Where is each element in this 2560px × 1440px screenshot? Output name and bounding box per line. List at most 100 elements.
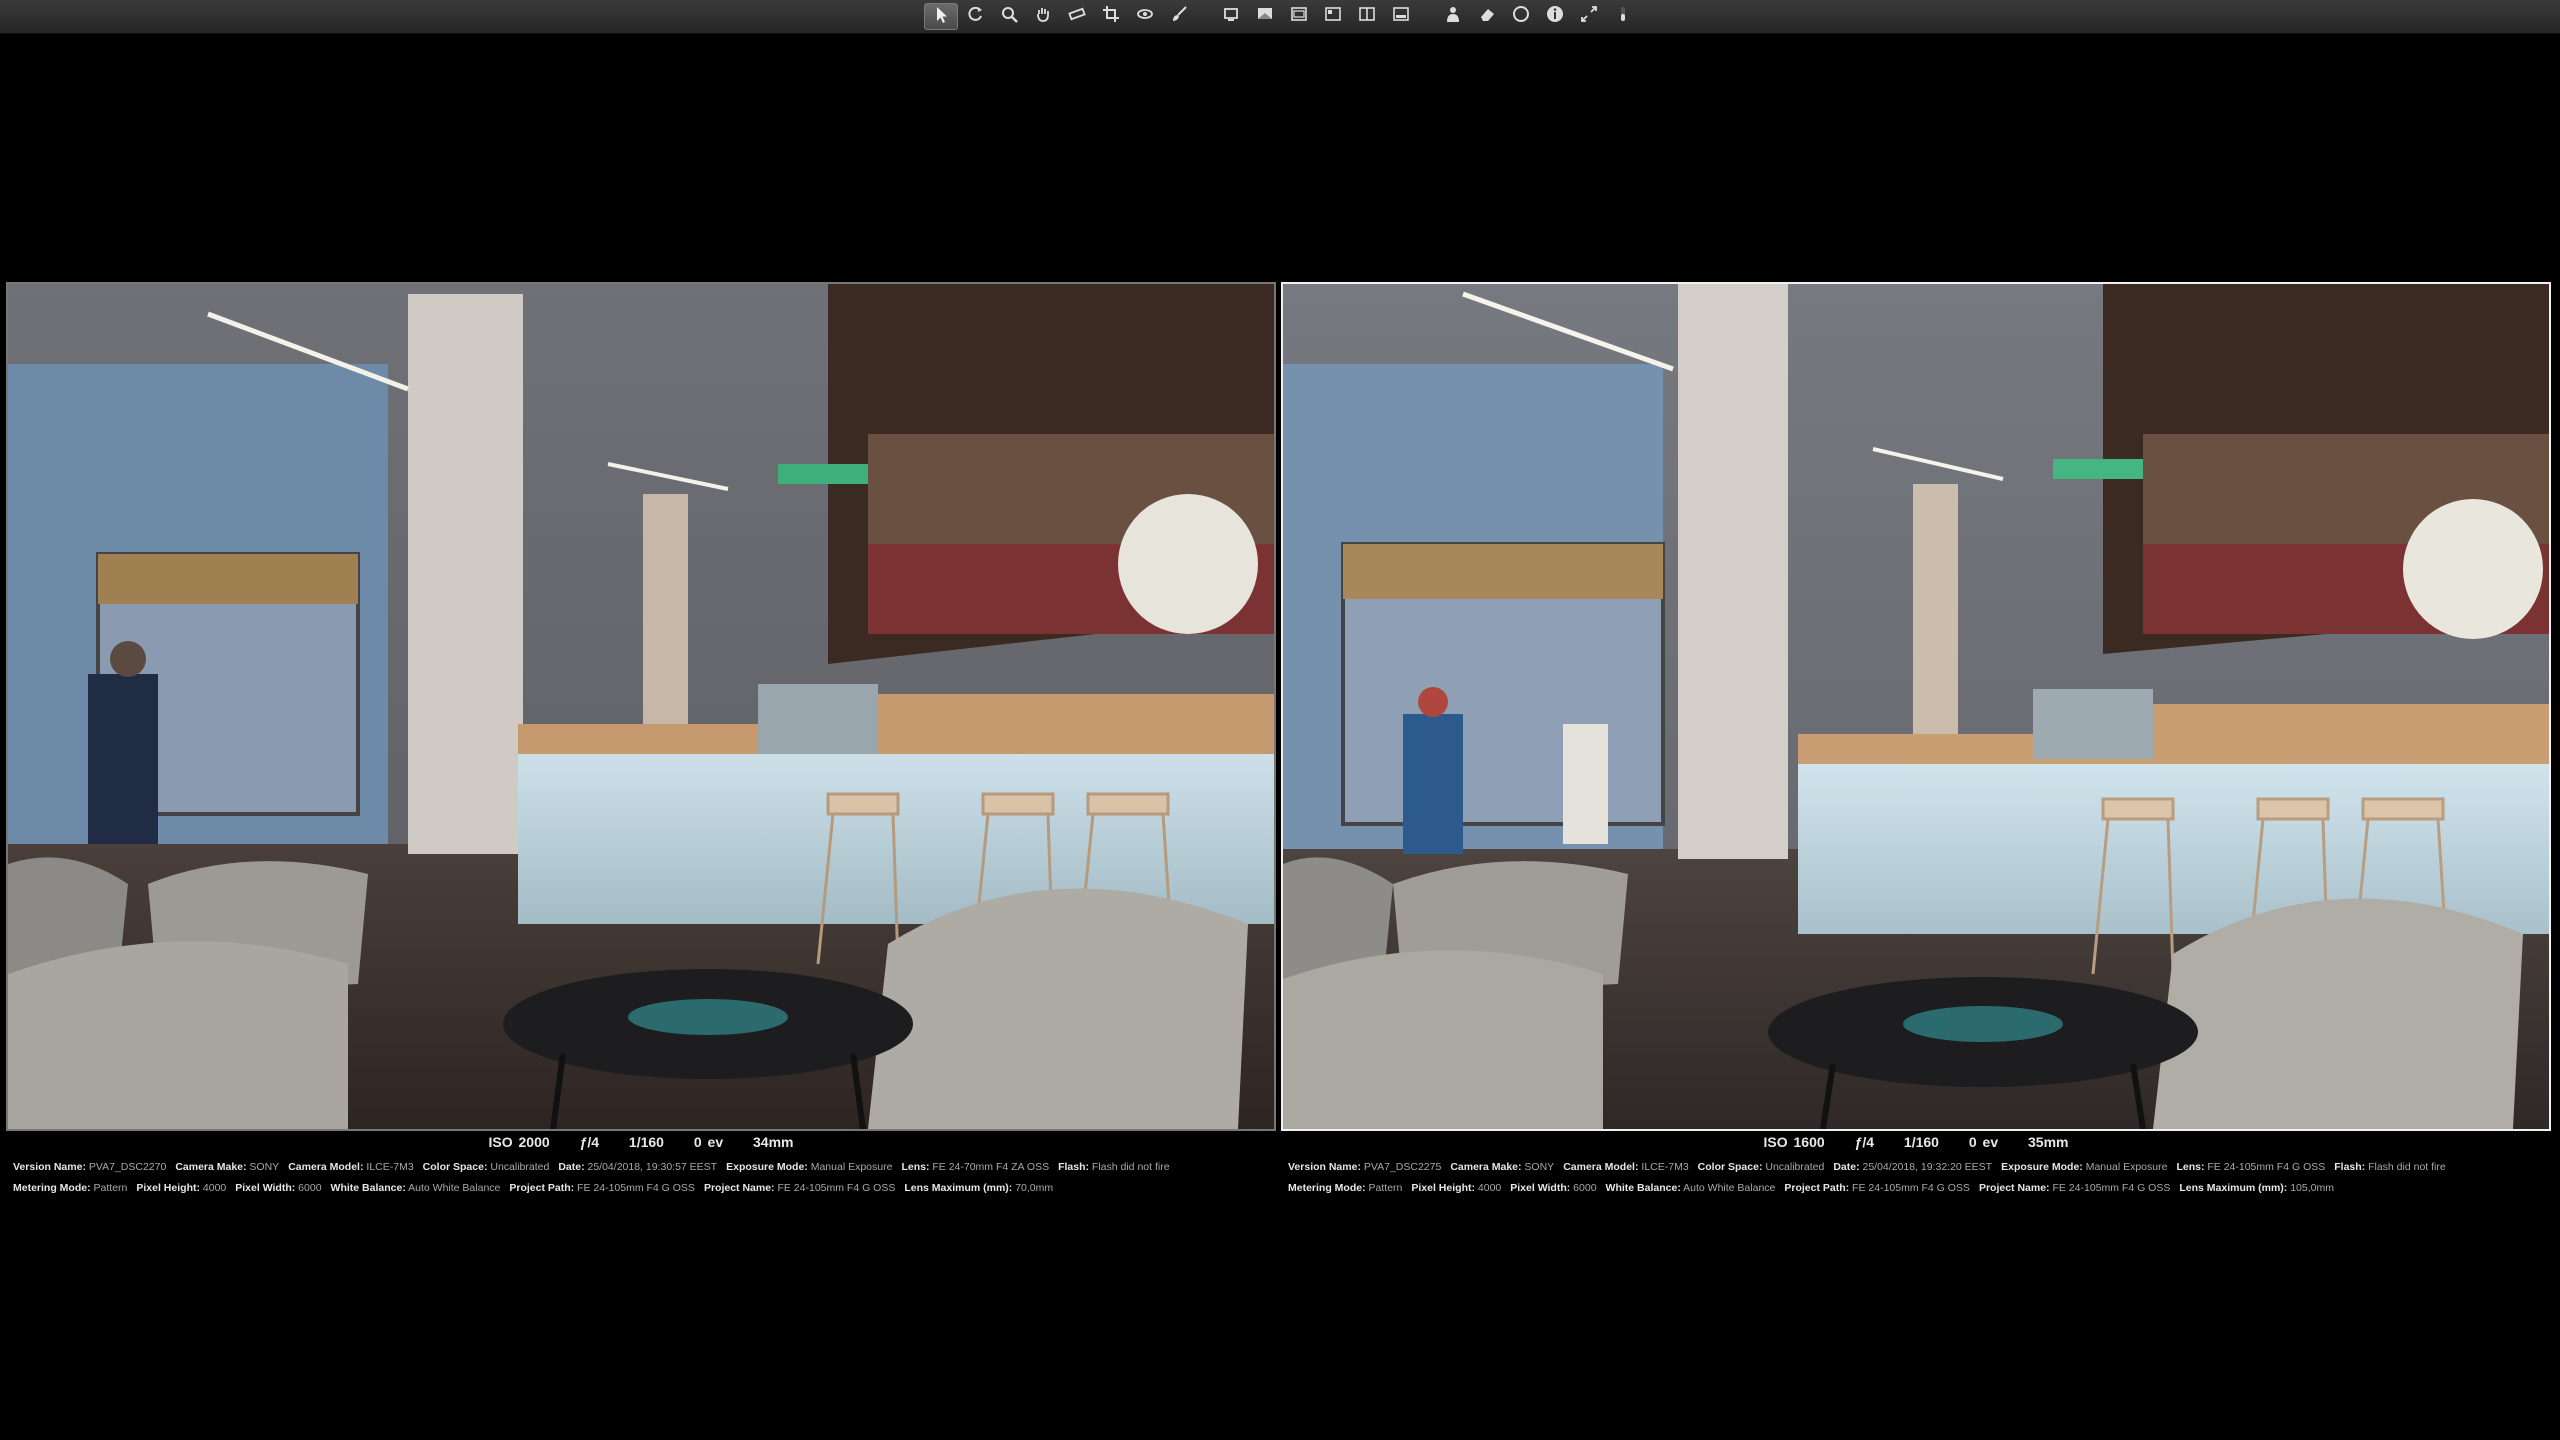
exposure-summary: ISO 2000 ƒ/4 1/160 0 ev 34mm <box>6 1133 1276 1151</box>
metadata-value: Auto White Balance <box>405 1182 501 1194</box>
metadata-key: Metering Mode: <box>13 1182 91 1194</box>
metadata-value: FE 24-105mm F4 G OSS <box>1849 1182 1970 1194</box>
metadata-key: Pixel Width: <box>1510 1182 1571 1194</box>
metadata-value: Manual Exposure <box>807 1161 893 1173</box>
shutter-value: 1/160 <box>628 1134 664 1150</box>
metadata-field: Color Space: Uncalibrated <box>1698 1161 1825 1173</box>
image-viewer-left[interactable] <box>6 282 1276 1131</box>
view-multi-button[interactable] <box>1248 3 1282 30</box>
metadata-value: PVA7_DSC2270 <box>85 1161 167 1173</box>
metadata-key: Lens: <box>901 1161 930 1173</box>
metadata-field: Lens Maximum (mm): 105,0mm <box>2179 1182 2334 1194</box>
view-compare-button[interactable] <box>1282 3 1316 30</box>
metadata-line: Version Name: PVA7_DSC2275 Camera Make: S… <box>1288 1157 2551 1178</box>
metadata-field: Version Name: PVA7_DSC2270 <box>13 1161 166 1173</box>
fullscreen-button[interactable] <box>1572 3 1606 30</box>
select-tool-icon <box>931 4 951 29</box>
exposure-bias-value: 0 ev <box>693 1134 724 1150</box>
circle-icon <box>1511 4 1531 29</box>
focal-length-value: 35mm <box>2028 1134 2069 1150</box>
metadata-value: Pattern <box>1365 1182 1403 1194</box>
metadata-key: Exposure Mode: <box>726 1161 808 1173</box>
exposure-summary: ISO 1600 ƒ/4 1/160 0 ev 35mm <box>1281 1133 2551 1151</box>
straighten-tool-icon <box>1067 4 1087 29</box>
metadata-key: Camera Make: <box>1450 1161 1522 1173</box>
fullscreen-icon <box>1579 4 1599 29</box>
info-button[interactable] <box>1538 3 1572 30</box>
pan-tool-button[interactable] <box>1026 3 1060 30</box>
metadata-field: Project Path: FE 24-105mm F4 G OSS <box>1784 1182 1970 1194</box>
metadata-field: Pixel Width: 6000 <box>1510 1182 1596 1194</box>
metadata-value: FE 24-105mm F4 G OSS <box>2204 1161 2326 1173</box>
metadata-field: Exposure Mode: Manual Exposure <box>2001 1161 2167 1173</box>
metadata-line: Metering Mode: Pattern Pixel Height: 4000… <box>13 1178 1276 1199</box>
metadata-key: Pixel Height: <box>1411 1182 1475 1194</box>
metadata-value: 105,0mm <box>2287 1182 2334 1194</box>
photo-cafe-interior-left <box>8 284 1274 1129</box>
view-single-button[interactable] <box>1214 3 1248 30</box>
brush-tool-button[interactable] <box>1162 3 1196 30</box>
rotate-tool-icon <box>965 4 985 29</box>
metadata-value: Manual Exposure <box>2082 1161 2168 1173</box>
metadata-field: Project Name: FE 24-105mm F4 G OSS <box>704 1182 895 1194</box>
metadata-value: 25/04/2018, 19:32:20 EEST <box>1859 1161 1993 1173</box>
toolbar <box>0 0 2560 34</box>
loupe-tool-button[interactable] <box>992 3 1026 30</box>
metadata-field: Pixel Width: 6000 <box>235 1182 321 1194</box>
straighten-tool-button[interactable] <box>1060 3 1094 30</box>
view-single-icon <box>1221 4 1241 29</box>
metadata-field: Color Space: Uncalibrated <box>423 1161 550 1173</box>
view-split-button[interactable] <box>1350 3 1384 30</box>
metadata-value: 4000 <box>199 1182 227 1194</box>
view-browser-button[interactable] <box>1316 3 1350 30</box>
metadata-value: ILCE-7M3 <box>1638 1161 1689 1173</box>
crop-tool-button[interactable] <box>1094 3 1128 30</box>
metadata-value: 4000 <box>1474 1182 1502 1194</box>
pan-tool-icon <box>1033 4 1053 29</box>
focal-length-value: 34mm <box>753 1134 794 1150</box>
metadata-key: Version Name: <box>13 1161 86 1173</box>
metadata-value: SONY <box>246 1161 280 1173</box>
circle-button[interactable] <box>1504 3 1538 30</box>
metadata-details: Version Name: PVA7_DSC2270 Camera Make: S… <box>6 1157 1276 1199</box>
metadata-field: Version Name: PVA7_DSC2275 <box>1288 1161 1441 1173</box>
metadata-key: Date: <box>558 1161 585 1173</box>
view-browser-icon <box>1323 4 1343 29</box>
person-button[interactable] <box>1436 3 1470 30</box>
eraser-icon <box>1477 4 1497 29</box>
metadata-field: Exposure Mode: Manual Exposure <box>726 1161 892 1173</box>
metadata-line: Version Name: PVA7_DSC2270 Camera Make: S… <box>13 1157 1276 1178</box>
view-filmstrip-icon <box>1391 4 1411 29</box>
metadata-details: Version Name: PVA7_DSC2275 Camera Make: S… <box>1281 1157 2551 1199</box>
view-filmstrip-button[interactable] <box>1384 3 1418 30</box>
metadata-key: Pixel Width: <box>235 1182 296 1194</box>
metadata-field: Lens Maximum (mm): 70,0mm <box>904 1182 1053 1194</box>
metadata-key: Metering Mode: <box>1288 1182 1366 1194</box>
metadata-field: Camera Make: SONY <box>1450 1161 1554 1173</box>
metadata-value: SONY <box>1521 1161 1555 1173</box>
person-icon <box>1443 4 1463 29</box>
crop-tool-icon <box>1101 4 1121 29</box>
photo-cafe-interior-right <box>1283 284 2549 1129</box>
metadata-field: Date: 25/04/2018, 19:32:20 EEST <box>1833 1161 1992 1173</box>
info-icon <box>1545 4 1565 29</box>
metadata-key: Project Path: <box>1784 1182 1850 1194</box>
eraser-button[interactable] <box>1470 3 1504 30</box>
metadata-key: Color Space: <box>422 1161 488 1173</box>
metadata-field: Metering Mode: Pattern <box>13 1182 127 1194</box>
metadata-value: Auto White Balance <box>1680 1182 1776 1194</box>
metadata-field: Flash: Flash did not fire <box>2334 1161 2445 1173</box>
metadata-field: White Balance: Auto White Balance <box>1606 1182 1776 1194</box>
metadata-value: 6000 <box>295 1182 322 1194</box>
slider-button[interactable] <box>1606 3 1640 30</box>
metadata-key: Project Path: <box>509 1182 575 1194</box>
rotate-tool-button[interactable] <box>958 3 992 30</box>
metadata-key: Pixel Height: <box>136 1182 200 1194</box>
metadata-value: FE 24-105mm F4 G OSS <box>774 1182 896 1194</box>
metadata-value: ILCE-7M3 <box>363 1161 414 1173</box>
aperture-value: ƒ/4 <box>1854 1134 1875 1150</box>
image-viewer-right[interactable] <box>1281 282 2551 1131</box>
select-tool-button[interactable] <box>924 3 958 30</box>
metadata-field: Lens: FE 24-105mm F4 G OSS <box>2176 1161 2325 1173</box>
red-eye-tool-button[interactable] <box>1128 3 1162 30</box>
